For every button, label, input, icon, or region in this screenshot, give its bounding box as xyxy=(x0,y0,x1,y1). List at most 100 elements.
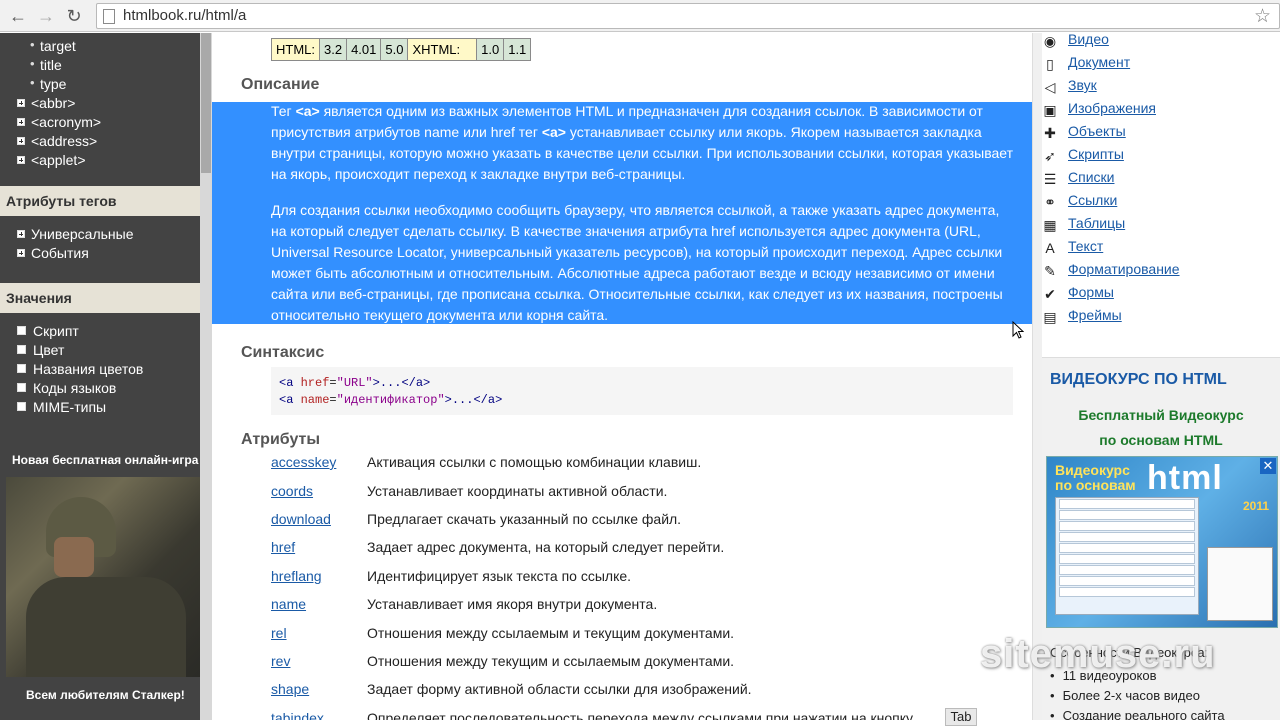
category-label: Изображения xyxy=(1068,100,1156,116)
promo-image[interactable] xyxy=(6,477,206,677)
main-scrollbar[interactable] xyxy=(1032,33,1042,720)
category-label: Документ xyxy=(1068,54,1131,70)
right-sidebar: ◉ Видео ▯ Документ ◁ Звук ▣ Изображения ✚ Объ… xyxy=(1042,33,1280,720)
category-link-objects[interactable]: ✚ Объекты xyxy=(1042,123,1272,145)
code-attr: name xyxy=(300,393,330,407)
cover-title: Видеокурс по основам xyxy=(1055,463,1136,493)
expand-plus-icon[interactable] xyxy=(17,99,25,107)
expand-plus-icon[interactable] xyxy=(17,156,25,164)
promo-title[interactable]: Новая бесплатная онлайн-игра ... xyxy=(12,453,212,467)
reload-icon: ↻ xyxy=(66,5,82,26)
category-link-lists[interactable]: ☰ Списки xyxy=(1042,169,1272,191)
expand-plus-icon[interactable] xyxy=(17,118,25,126)
sidebar-item-universal[interactable]: Универсальные xyxy=(17,226,134,242)
attribute-link[interactable]: download xyxy=(271,511,331,527)
sidebar-item-color-names[interactable]: Названия цветов xyxy=(17,361,143,377)
attribute-link[interactable]: shape xyxy=(271,681,309,697)
p1-tag: <a> xyxy=(541,124,566,140)
category-link-links[interactable]: ⚭ Ссылки xyxy=(1042,192,1272,214)
videocourse-heading[interactable]: ВИДЕОКУРС ПО HTML xyxy=(1050,371,1227,389)
sidebar-section-title-values: Значения xyxy=(0,283,212,313)
category-link-frames[interactable]: ▤ Фреймы xyxy=(1042,307,1272,329)
sidebar-item-events[interactable]: События xyxy=(17,245,89,261)
table-icon: ▦ xyxy=(1043,217,1057,233)
category-label: Объекты xyxy=(1068,123,1126,139)
cover-title-line: по основам xyxy=(1055,477,1136,493)
version-label-xhtml: XHTML: xyxy=(407,38,478,61)
attribute-link[interactable]: rel xyxy=(271,625,287,641)
promo-figure-body xyxy=(26,577,186,677)
attribute-row: rev Отношения между текущим и ссылаемым д… xyxy=(271,653,1011,681)
attribute-link[interactable]: rev xyxy=(271,653,290,669)
syntax-heading: Синтаксис xyxy=(241,344,325,361)
watermark: sitemuse.ru xyxy=(980,632,1216,676)
category-link-forms[interactable]: ✔ Формы xyxy=(1042,284,1272,306)
category-label: Фреймы xyxy=(1068,307,1122,323)
address-bar[interactable]: htmlbook.ru/html/a ☆ xyxy=(96,3,1280,29)
code-attr: href xyxy=(300,376,330,390)
attribute-description: Задает адрес документа, на который следу… xyxy=(367,539,725,555)
syntax-code-block: <a href="URL">...</a> <a name="идентифик… xyxy=(271,367,1013,415)
category-link-tables[interactable]: ▦ Таблицы xyxy=(1042,215,1272,237)
sidebar-subitem-target[interactable]: target xyxy=(30,37,76,54)
videocourse-subtitle-2: по основам HTML xyxy=(1099,432,1223,448)
category-link-document[interactable]: ▯ Документ xyxy=(1042,54,1272,76)
attribute-description: Активация ссылки с помощью комбинации кл… xyxy=(367,454,702,470)
p1-text: Тег xyxy=(271,103,296,119)
close-icon[interactable]: ✕ xyxy=(1260,458,1276,474)
attribute-link[interactable]: coords xyxy=(271,483,313,499)
category-link-images[interactable]: ▣ Изображения xyxy=(1042,100,1272,122)
sidebar-item-applet[interactable]: <applet> xyxy=(17,152,86,168)
attribute-link[interactable]: hreflang xyxy=(271,568,322,584)
attribute-link[interactable]: accesskey xyxy=(271,454,336,470)
category-link-scripts[interactable]: ➶ Скрипты xyxy=(1042,146,1272,168)
sidebar-item-address[interactable]: <address> xyxy=(17,133,97,149)
forward-button[interactable]: → xyxy=(34,4,58,28)
sidebar-item-abbr[interactable]: <abbr> xyxy=(17,95,75,111)
attribute-link[interactable]: name xyxy=(271,596,306,612)
expand-plus-icon[interactable] xyxy=(17,137,25,145)
description-paragraph-1: Тег <a> является одним из важных элемент… xyxy=(271,101,1016,185)
attribute-link[interactable]: href xyxy=(271,539,295,555)
videocourse-cover-image[interactable]: Видеокурс по основам html 2011 xyxy=(1046,456,1278,628)
sidebar-subitem-title[interactable]: title xyxy=(30,56,62,73)
left-sidebar: target title type <abbr> <acronym> <addr… xyxy=(0,33,212,720)
sidebar-item-script[interactable]: Скрипт xyxy=(17,323,79,339)
attribute-description: Устанавливает имя якоря внутри документа… xyxy=(367,596,658,612)
brush-icon: ✎ xyxy=(1044,263,1056,279)
expand-plus-icon[interactable] xyxy=(17,249,25,257)
code-tag: >...</a> xyxy=(444,393,503,407)
cover-html-logo: html xyxy=(1147,459,1223,497)
checkmark-icon: ✔ xyxy=(1044,286,1056,302)
browser-toolbar: ← → ↻ htmlbook.ru/html/a ☆ xyxy=(0,0,1280,32)
category-link-formatting[interactable]: ✎ Форматирование xyxy=(1042,261,1272,283)
back-button[interactable]: ← xyxy=(6,4,30,28)
sidebar-scrollbar-thumb[interactable] xyxy=(201,33,211,173)
videocourse-subtitle-1: Бесплатный Видеокурс xyxy=(1078,407,1244,423)
reload-button[interactable]: ↻ xyxy=(62,4,86,28)
promo-caption[interactable]: Всем любителям Сталкер! xyxy=(26,688,185,702)
sidebar-item-color[interactable]: Цвет xyxy=(17,342,64,358)
attribute-description: Предлагает скачать указанный по ссылке ф… xyxy=(367,511,682,527)
sidebar-subitem-type[interactable]: type xyxy=(30,75,67,92)
code-eq: = xyxy=(329,393,337,407)
category-label: Списки xyxy=(1068,169,1115,185)
category-link-text[interactable]: A Текст xyxy=(1042,238,1272,260)
main-content: HTML: 3.2 4.01 5.0 XHTML: 1.0 1.1 Описан… xyxy=(212,33,1032,720)
sidebar-scrollbar[interactable] xyxy=(200,33,212,720)
category-link-sound[interactable]: ◁ Звук xyxy=(1042,77,1272,99)
category-label: Текст xyxy=(1068,238,1104,254)
sidebar-item-label: <applet> xyxy=(31,152,86,168)
sidebar-item-language-codes[interactable]: Коды языков xyxy=(17,380,116,396)
sidebar-item-label: <address> xyxy=(31,133,98,149)
attribute-description: Устанавливает координаты активной област… xyxy=(367,483,668,499)
bookmark-star-icon[interactable]: ☆ xyxy=(1254,5,1271,28)
expand-plus-icon[interactable] xyxy=(17,230,25,238)
sidebar-item-acronym[interactable]: <acronym> xyxy=(17,114,101,130)
arrow-left-icon: ← xyxy=(9,5,27,26)
attribute-row: hreflang Идентифицирует язык текста по сс… xyxy=(271,568,1011,596)
attribute-link[interactable]: tabindex xyxy=(271,710,324,720)
category-link-video[interactable]: ◉ Видео xyxy=(1042,33,1272,53)
sidebar-item-mime-types[interactable]: MIME-типы xyxy=(17,399,106,415)
attribute-description: Отношения между текущим и ссылаемым доку… xyxy=(367,653,735,669)
